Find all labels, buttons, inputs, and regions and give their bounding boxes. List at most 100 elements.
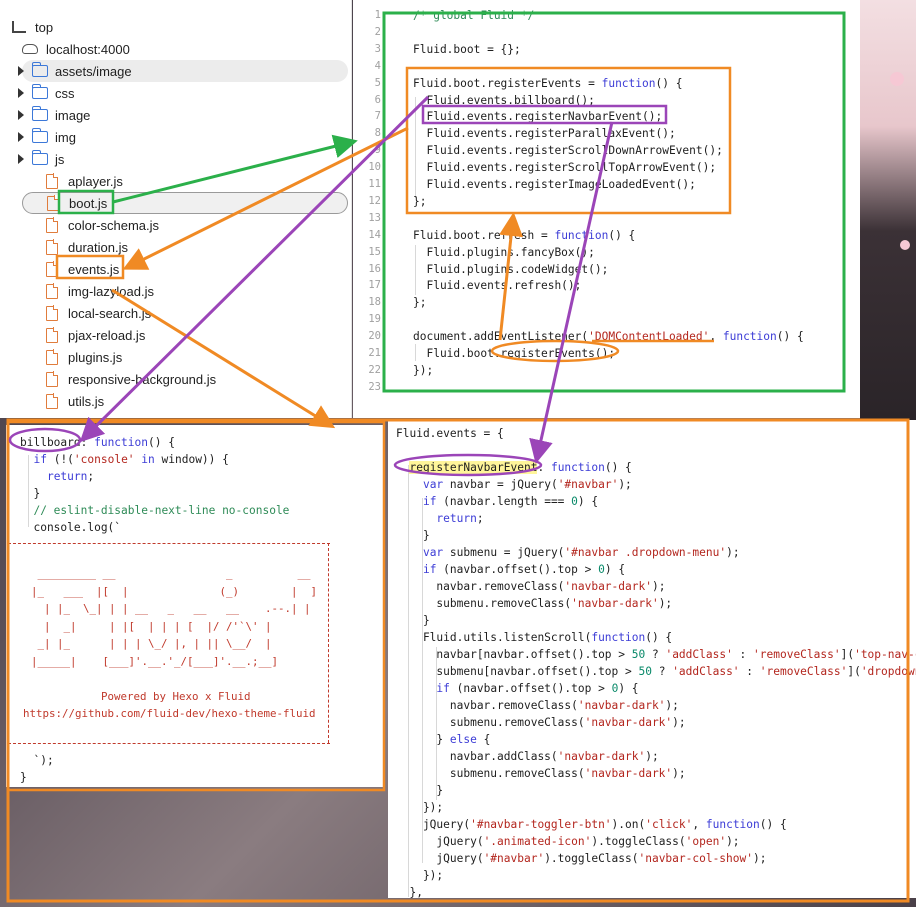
code-line: /* global Fluid */ <box>413 9 535 22</box>
file-icon <box>46 217 59 233</box>
code-line: }; <box>413 296 427 310</box>
file-icon <box>47 195 60 211</box>
folder-icon <box>31 106 48 121</box>
tree-item-image[interactable]: image <box>18 104 91 126</box>
code-line: navbar.addClass('navbar-dark'); <box>396 750 659 763</box>
ascii-border-right <box>328 543 329 743</box>
code-line: jQuery('.animated-icon').toggleClass('op… <box>396 835 740 848</box>
tree-item-plugins-js[interactable]: plugins.js <box>46 346 122 368</box>
chevron-right-icon[interactable] <box>18 132 24 142</box>
folder-icon <box>31 84 48 99</box>
folder-icon <box>31 128 48 143</box>
chevron-right-icon[interactable] <box>18 66 24 76</box>
line-number: 15 <box>368 245 381 258</box>
code-line: var submenu = jQuery('#navbar .dropdown-… <box>422 546 740 559</box>
code-line: Fluid.events.registerScrollTopArrowEvent… <box>413 161 717 175</box>
line-number: 21 <box>368 347 381 359</box>
code-line: } else { <box>396 733 491 746</box>
tree-item-label: css <box>55 85 75 101</box>
code-line: jQuery('#navbar').toggleClass('navbar-co… <box>396 852 767 865</box>
code-line: jQuery('#navbar-toggler-btn').on('click'… <box>396 818 787 831</box>
tree-item-events-js[interactable]: events.js <box>46 258 119 280</box>
line-number: 17 <box>368 279 381 292</box>
line-number: 4 <box>374 59 381 72</box>
file-icon <box>46 283 59 299</box>
tree-item-label: duration.js <box>68 239 128 255</box>
tree-item-label: js <box>55 151 65 167</box>
tree-item-aplayer-js[interactable]: aplayer.js <box>46 170 123 192</box>
background-artwork <box>860 0 916 420</box>
code-line: if (navbar.offset().top > 0) { <box>436 682 639 695</box>
line-number: 7 <box>374 110 381 123</box>
line-number: 14 <box>368 228 381 241</box>
code-line: Fluid.events.registerNavbarEvent(); <box>413 110 663 124</box>
line-number: 2 <box>374 25 381 38</box>
tree-item-boot-js[interactable]: boot.js <box>22 192 348 214</box>
code-line: Fluid.events = { <box>396 427 504 440</box>
file-icon <box>46 349 59 365</box>
line-number: 9 <box>374 144 381 157</box>
chevron-right-icon[interactable] <box>18 110 24 120</box>
tree-item-color-schema-js[interactable]: color-schema.js <box>46 214 159 236</box>
tree-item-local-search-js[interactable]: local-search.js <box>46 302 151 324</box>
line-number: 6 <box>374 93 381 106</box>
tree-item-localhost-4000[interactable]: localhost:4000 <box>22 38 130 60</box>
tree-item-img-lazyload-js[interactable]: img-lazyload.js <box>46 280 154 302</box>
chevron-right-icon[interactable] <box>18 88 24 98</box>
tree-item-utils-js[interactable]: utils.js <box>46 390 104 412</box>
file-icon <box>46 173 59 189</box>
tree-item-label: img <box>55 129 76 145</box>
line-number: 5 <box>374 76 381 89</box>
tree-item-top[interactable]: top <box>12 16 53 38</box>
tree-item-label: utils.js <box>68 393 105 409</box>
tree-item-duration-js[interactable]: duration.js <box>46 236 128 258</box>
tree-item-label: boot.js <box>69 195 108 211</box>
tree-item-css[interactable]: css <box>18 82 75 104</box>
tree-item-label: color-schema.js <box>68 217 160 233</box>
line-number: 1 <box>374 9 381 21</box>
code-line: } <box>396 784 444 797</box>
file-icon <box>46 393 59 409</box>
code-line: var navbar = jQuery('#navbar'); <box>422 478 632 491</box>
code-line: return; <box>436 512 484 525</box>
code-line: submenu.removeClass('navbar-dark'); <box>396 716 686 729</box>
code-line: document.addEventListener('DOMContentLoa… <box>413 330 804 344</box>
code-line: Fluid.plugins.codeWidget(); <box>413 262 609 276</box>
line-number: 23 <box>368 380 381 393</box>
code-line: billboard: function() { <box>20 436 175 449</box>
tree-item-pjax-reload-js[interactable]: pjax-reload.js <box>46 324 145 346</box>
tree-item-label: image <box>55 107 91 123</box>
ascii-border-bottom <box>8 743 330 744</box>
tree-item-label: events.js <box>68 261 120 277</box>
code-line: Fluid.boot = {}; <box>413 42 521 56</box>
code-line: if (navbar.length === 0) { <box>422 495 599 508</box>
code-line: // eslint-disable-next-line no-console <box>20 504 290 517</box>
file-icon <box>46 261 59 277</box>
folder-icon <box>31 150 48 165</box>
code-line: submenu.removeClass('navbar-dark'); <box>396 597 673 610</box>
tree-item-assets-image[interactable]: assets/image <box>18 60 348 82</box>
code-line: Fluid.events.registerImageLoadedEvent(); <box>413 178 696 191</box>
tree-item-responsive-background-js[interactable]: responsive-background.js <box>46 368 216 390</box>
highlighted-identifier: registerNavbarEvent <box>409 461 538 474</box>
file-icon <box>46 305 59 321</box>
line-number: 13 <box>368 211 381 224</box>
code-line: Fluid.events.billboard(); <box>413 93 595 107</box>
ascii-art-line: |_ ___ |[ | (_) | ] <box>18 584 318 598</box>
tree-item-label: top <box>35 19 54 35</box>
line-number: 16 <box>368 262 381 275</box>
code-line: Fluid.events.refresh(); <box>413 279 582 293</box>
code-line: } <box>396 614 430 627</box>
code-line: } <box>396 529 430 542</box>
code-line: navbar.removeClass('navbar-dark'); <box>396 580 666 593</box>
tree-item-js[interactable]: js <box>18 148 65 170</box>
ascii-art-line: | _| | |[ | | | [ |/ /'`\' | <box>18 619 272 633</box>
tree-item-img[interactable]: img <box>18 126 76 148</box>
line-number: 12 <box>368 194 381 207</box>
line-number: 3 <box>374 42 381 55</box>
tree-item-label: local-search.js <box>68 305 152 321</box>
code-line: }); <box>396 801 444 814</box>
boot-js-editor: 1/* global Fluid */2 3 Fluid.boot = {}; 4 5 F… <box>353 0 860 418</box>
chevron-right-icon[interactable] <box>18 154 24 164</box>
code-line: Fluid.plugins.fancyBox(); <box>413 245 595 259</box>
